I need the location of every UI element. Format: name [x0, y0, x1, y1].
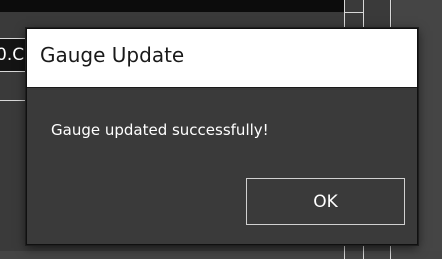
dialog-message: Gauge updated successfully! — [51, 121, 269, 139]
background-value-text: 0.C — [0, 45, 25, 65]
dialog-titlebar[interactable]: Gauge Update — [27, 29, 417, 88]
app-background: 0.C Gauge Update Gauge updated successfu… — [0, 0, 442, 259]
background-bottom-strip — [0, 251, 442, 259]
background-divider — [0, 100, 28, 101]
dialog-title: Gauge Update — [40, 43, 185, 67]
gauge-update-dialog: Gauge Update Gauge updated successfully!… — [26, 28, 418, 245]
background-divider — [344, 12, 364, 13]
ok-button[interactable]: OK — [246, 178, 405, 225]
background-toolbar — [0, 0, 344, 12]
